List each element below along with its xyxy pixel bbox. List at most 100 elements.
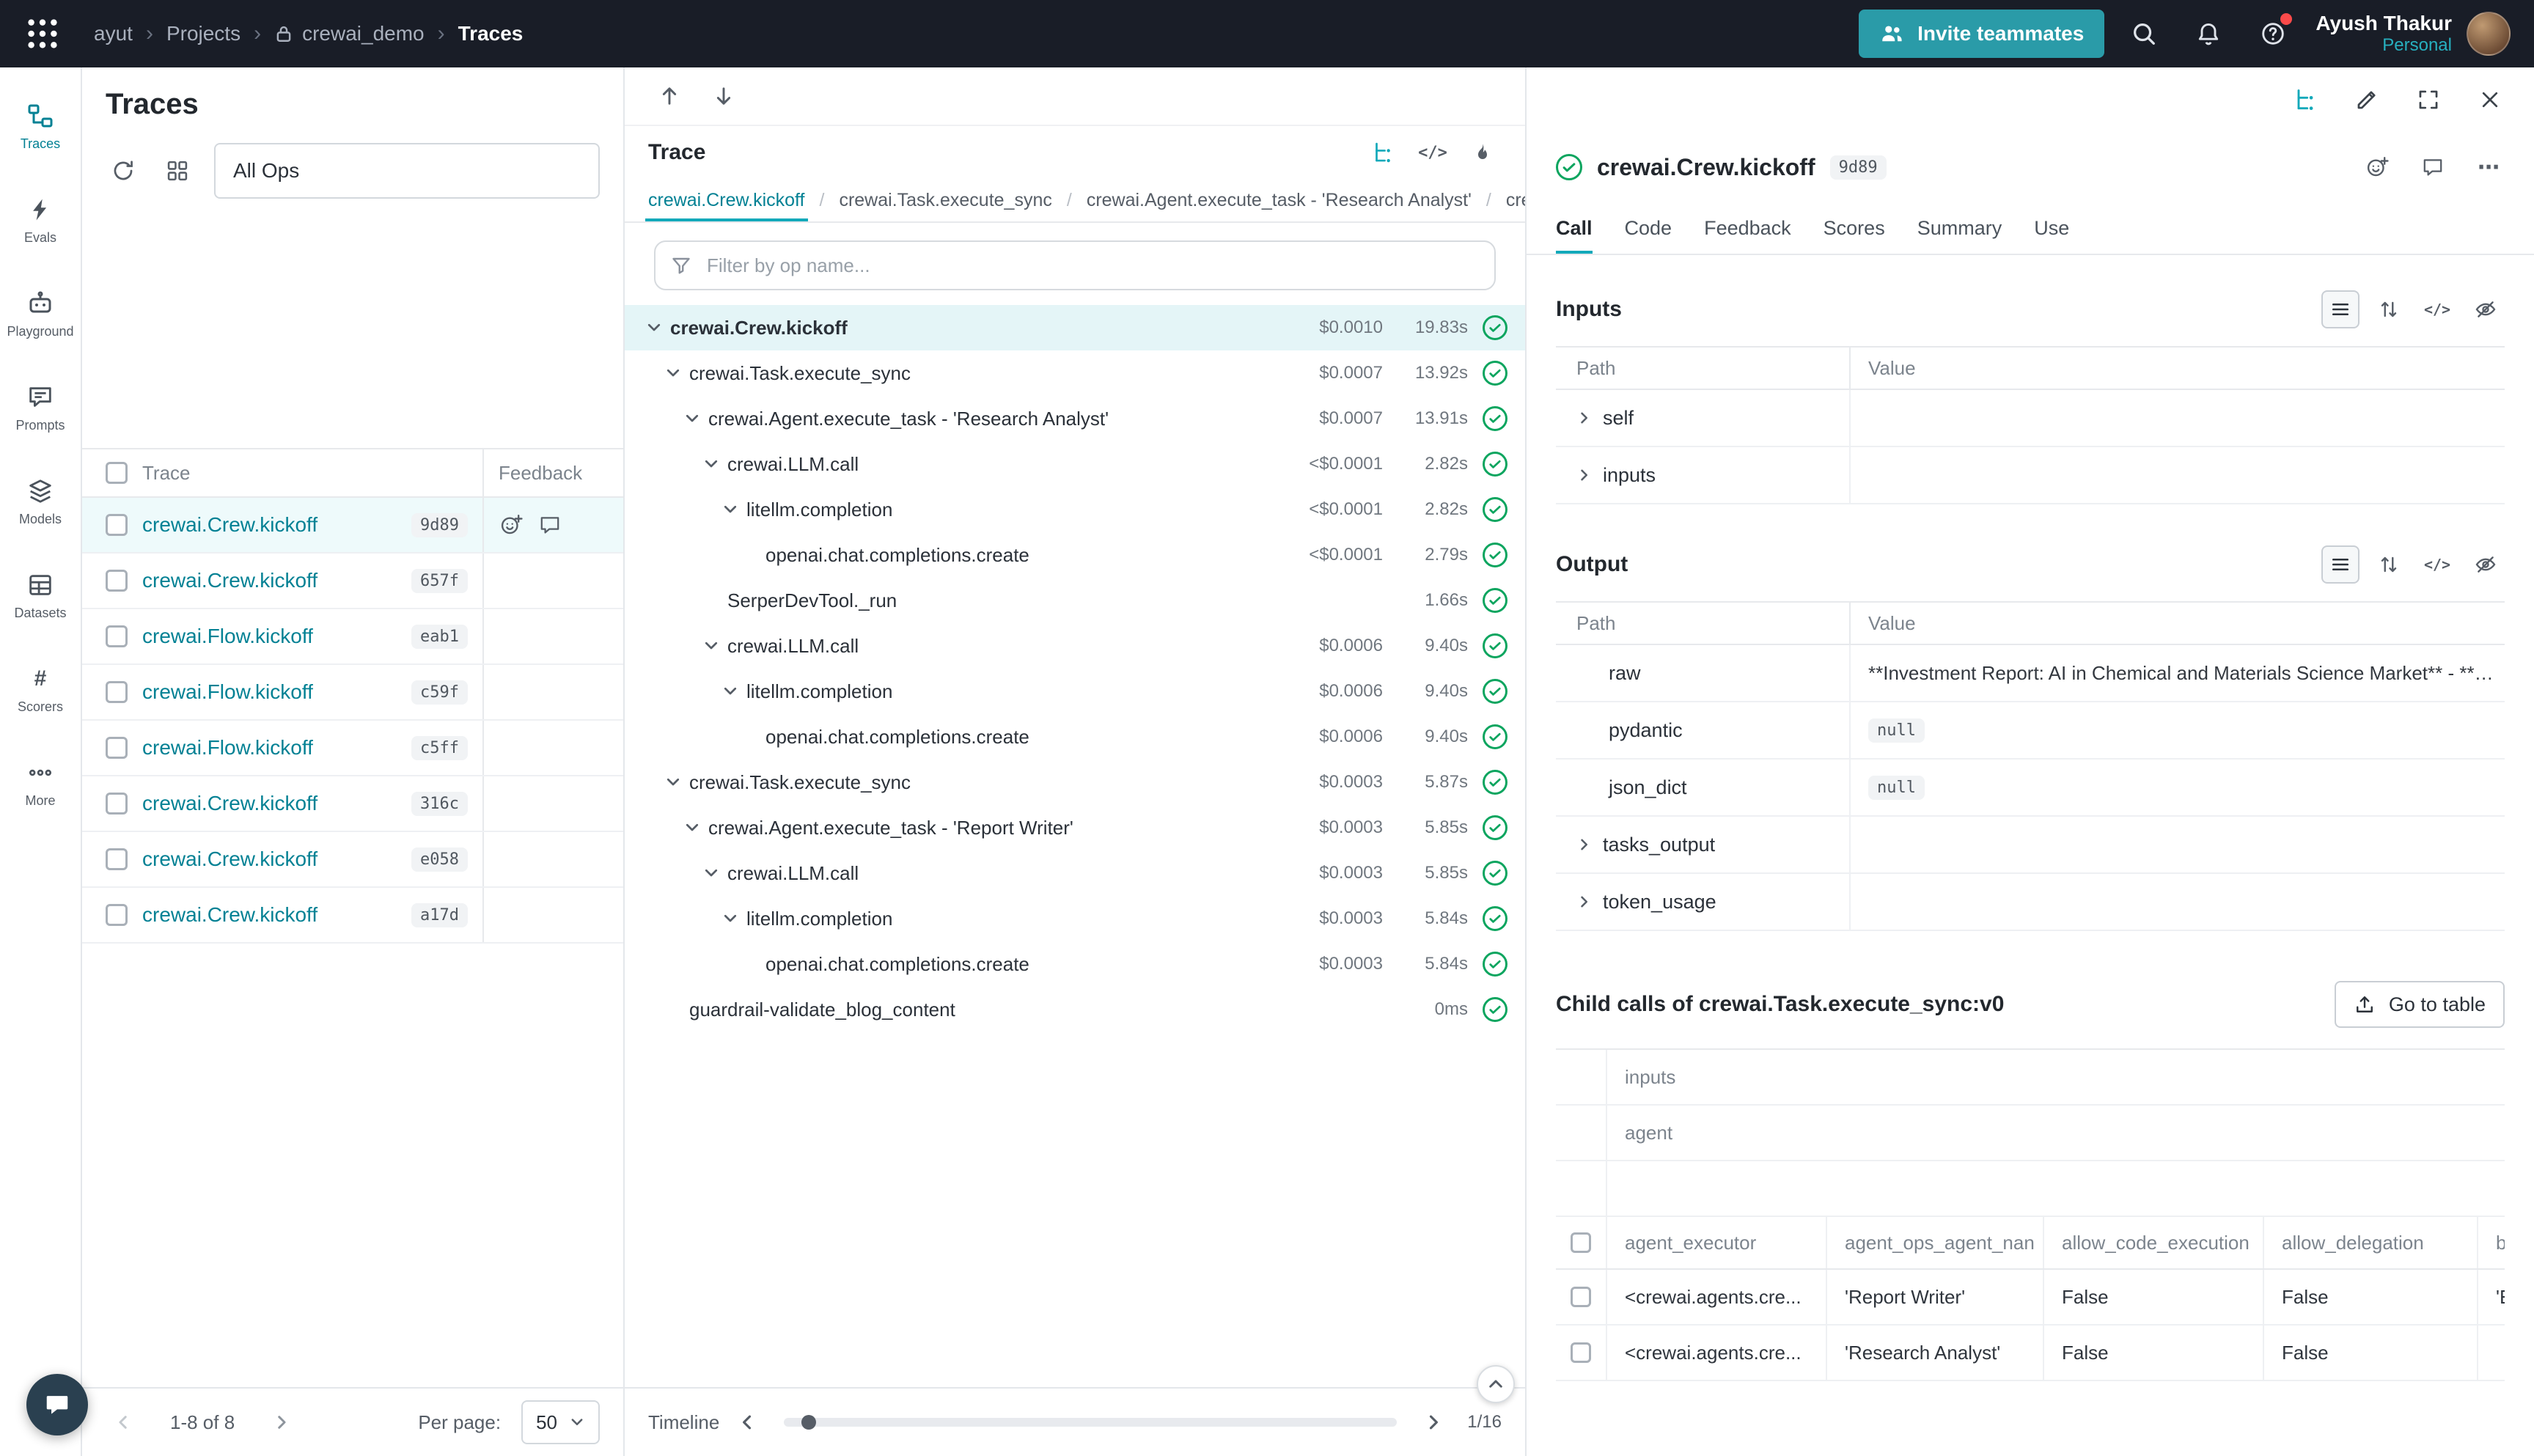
chevron-down-icon[interactable] [719, 680, 742, 703]
sidebar-item-evals[interactable]: Evals [1, 173, 80, 267]
trace-path-tab[interactable]: crewai.Agent.execute_task - 'Research An… [1084, 179, 1475, 221]
wandb-logo-icon[interactable] [23, 15, 62, 53]
account-menu[interactable]: Ayush Thakur Personal [2316, 11, 2452, 56]
trace-row[interactable]: crewai.Flow.kickoffc59f [82, 665, 623, 721]
close-button[interactable] [2472, 82, 2508, 117]
trace-tree-row[interactable]: litellm.completion$0.00069.40s [625, 669, 1525, 714]
tab-scores[interactable]: Scores [1824, 202, 1885, 254]
avatar[interactable] [2467, 12, 2511, 56]
trace-row[interactable]: crewai.Crew.kickoff657f [82, 554, 623, 609]
select-all-checkbox[interactable] [1571, 1232, 1591, 1253]
breadcrumb-org[interactable]: ayut [94, 22, 133, 45]
ops-filter-select[interactable]: All Ops [214, 143, 600, 199]
trace-tree-row[interactable]: crewai.LLM.call$0.00035.85s [625, 850, 1525, 896]
chevron-down-icon[interactable] [661, 361, 685, 385]
format-list-button[interactable] [2321, 290, 2359, 328]
format-list-button[interactable] [2321, 545, 2359, 584]
trace-row[interactable]: crewai.Crew.kickoffa17d [82, 888, 623, 944]
per-page-select[interactable]: 50 [521, 1400, 600, 1444]
chevron-down-icon[interactable] [719, 498, 742, 521]
chevron-right-icon[interactable] [1576, 467, 1593, 483]
edit-button[interactable] [2349, 82, 2384, 117]
trace-tree-row[interactable]: guardrail-validate_blog_content0ms [625, 987, 1525, 1032]
column-header[interactable]: allow_delegation [2263, 1217, 2477, 1268]
chevron-down-icon[interactable] [699, 861, 723, 885]
chevron-down-icon[interactable] [661, 771, 685, 794]
chat-support-button[interactable] [26, 1374, 88, 1435]
add-comment-button[interactable] [2417, 151, 2449, 183]
row-checkbox[interactable] [1571, 1287, 1591, 1307]
breadcrumb-projects[interactable]: Projects [166, 22, 240, 45]
refresh-button[interactable] [106, 153, 141, 188]
collapse-timeline-button[interactable] [1477, 1365, 1515, 1403]
notifications-button[interactable] [2184, 9, 2233, 59]
tab-use[interactable]: Use [2034, 202, 2069, 254]
trace-tree-row[interactable]: crewai.LLM.call<$0.00012.82s [625, 441, 1525, 487]
row-checkbox[interactable] [106, 570, 128, 592]
chevron-down-icon[interactable] [680, 816, 704, 839]
reaction-icon[interactable] [499, 512, 524, 537]
path-value-row[interactable]: inputs [1556, 447, 2505, 504]
code-format-button[interactable]: </> [2418, 545, 2456, 584]
row-checkbox[interactable] [106, 848, 128, 870]
trace-tree-row[interactable]: crewai.Agent.execute_task - 'Report Writ… [625, 805, 1525, 850]
trace-tree-row[interactable]: openai.chat.completions.create<$0.00012.… [625, 532, 1525, 578]
trace-name-link[interactable]: crewai.Flow.kickoff [142, 625, 400, 648]
trace-tree-row[interactable]: crewai.LLM.call$0.00069.40s [625, 623, 1525, 669]
column-header[interactable]: agent_ops_agent_nan [1826, 1217, 2043, 1268]
trace-tree-row[interactable]: litellm.completion<$0.00012.82s [625, 487, 1525, 532]
chevron-right-icon[interactable] [1576, 410, 1593, 426]
op-filter-input[interactable] [704, 253, 1480, 279]
sidebar-item-playground[interactable]: Playground [1, 267, 80, 361]
sidebar-item-scorers[interactable]: # Scorers [1, 642, 80, 736]
chevron-down-icon[interactable] [699, 634, 723, 658]
next-call-button[interactable] [711, 84, 736, 109]
prev-call-button[interactable] [657, 84, 682, 109]
column-header[interactable]: agent_executor [1606, 1217, 1826, 1268]
chevron-right-icon[interactable] [1576, 837, 1593, 853]
trace-path-tab[interactable]: crewai.Task.execute_sync [836, 179, 1054, 221]
trace-tree-row[interactable]: litellm.completion$0.00035.84s [625, 896, 1525, 941]
path-value-row[interactable]: token_usage [1556, 874, 2505, 931]
row-checkbox[interactable] [106, 514, 128, 536]
timeline-next-button[interactable] [1417, 1406, 1450, 1438]
path-value-row[interactable]: self [1556, 390, 2505, 447]
trace-path-tab[interactable]: crewai.LLM.call [1503, 179, 1525, 221]
trace-name-link[interactable]: crewai.Crew.kickoff [142, 903, 400, 927]
trace-name-link[interactable]: crewai.Crew.kickoff [142, 792, 400, 815]
child-call-row[interactable]: <crewai.agents.cre...'Research Analyst'F… [1556, 1326, 2505, 1381]
breadcrumb-project[interactable]: crewai_demo [274, 22, 425, 45]
trace-tree-row[interactable]: SerperDevTool._run1.66s [625, 578, 1525, 623]
chevron-down-icon[interactable] [680, 407, 704, 430]
row-checkbox[interactable] [1571, 1342, 1591, 1363]
trace-name-link[interactable]: crewai.Crew.kickoff [142, 848, 400, 871]
sidebar-item-prompts[interactable]: Prompts [1, 361, 80, 455]
chevron-down-icon[interactable] [699, 452, 723, 476]
flame-view-button[interactable] [1464, 133, 1502, 172]
row-checkbox[interactable] [106, 681, 128, 703]
timeline-handle[interactable] [801, 1415, 816, 1430]
column-header[interactable]: allow_code_execution [2043, 1217, 2263, 1268]
trace-name-link[interactable]: crewai.Flow.kickoff [142, 736, 400, 760]
trace-row[interactable]: crewai.Crew.kickoff9d89 [82, 498, 623, 554]
hide-values-button[interactable] [2467, 290, 2505, 328]
child-call-row[interactable]: <crewai.agents.cre...'Report Writer'Fals… [1556, 1270, 2505, 1326]
comment-icon[interactable] [538, 513, 562, 537]
trace-row[interactable]: crewai.Flow.kickoffc5ff [82, 721, 623, 776]
code-format-button[interactable]: </> [2418, 290, 2456, 328]
trace-tree-row[interactable]: openai.chat.completions.create$0.00069.4… [625, 714, 1525, 760]
path-value-row[interactable]: tasks_output [1556, 817, 2505, 874]
sidebar-item-datasets[interactable]: Datasets [1, 548, 80, 642]
prev-page-button[interactable] [106, 1405, 141, 1440]
row-checkbox[interactable] [106, 737, 128, 759]
go-to-table-button[interactable]: Go to table [2335, 981, 2505, 1028]
select-all-checkbox[interactable] [106, 462, 128, 484]
row-checkbox[interactable] [106, 625, 128, 647]
tab-summary[interactable]: Summary [1917, 202, 2002, 254]
tab-call[interactable]: Call [1556, 202, 1593, 254]
column-header[interactable]: b [2477, 1217, 2505, 1268]
code-view-button[interactable]: </> [1414, 133, 1452, 172]
tree-view-button[interactable] [1364, 133, 1402, 172]
sidebar-item-traces[interactable]: Traces [1, 79, 80, 173]
timeline-prev-button[interactable] [731, 1406, 763, 1438]
